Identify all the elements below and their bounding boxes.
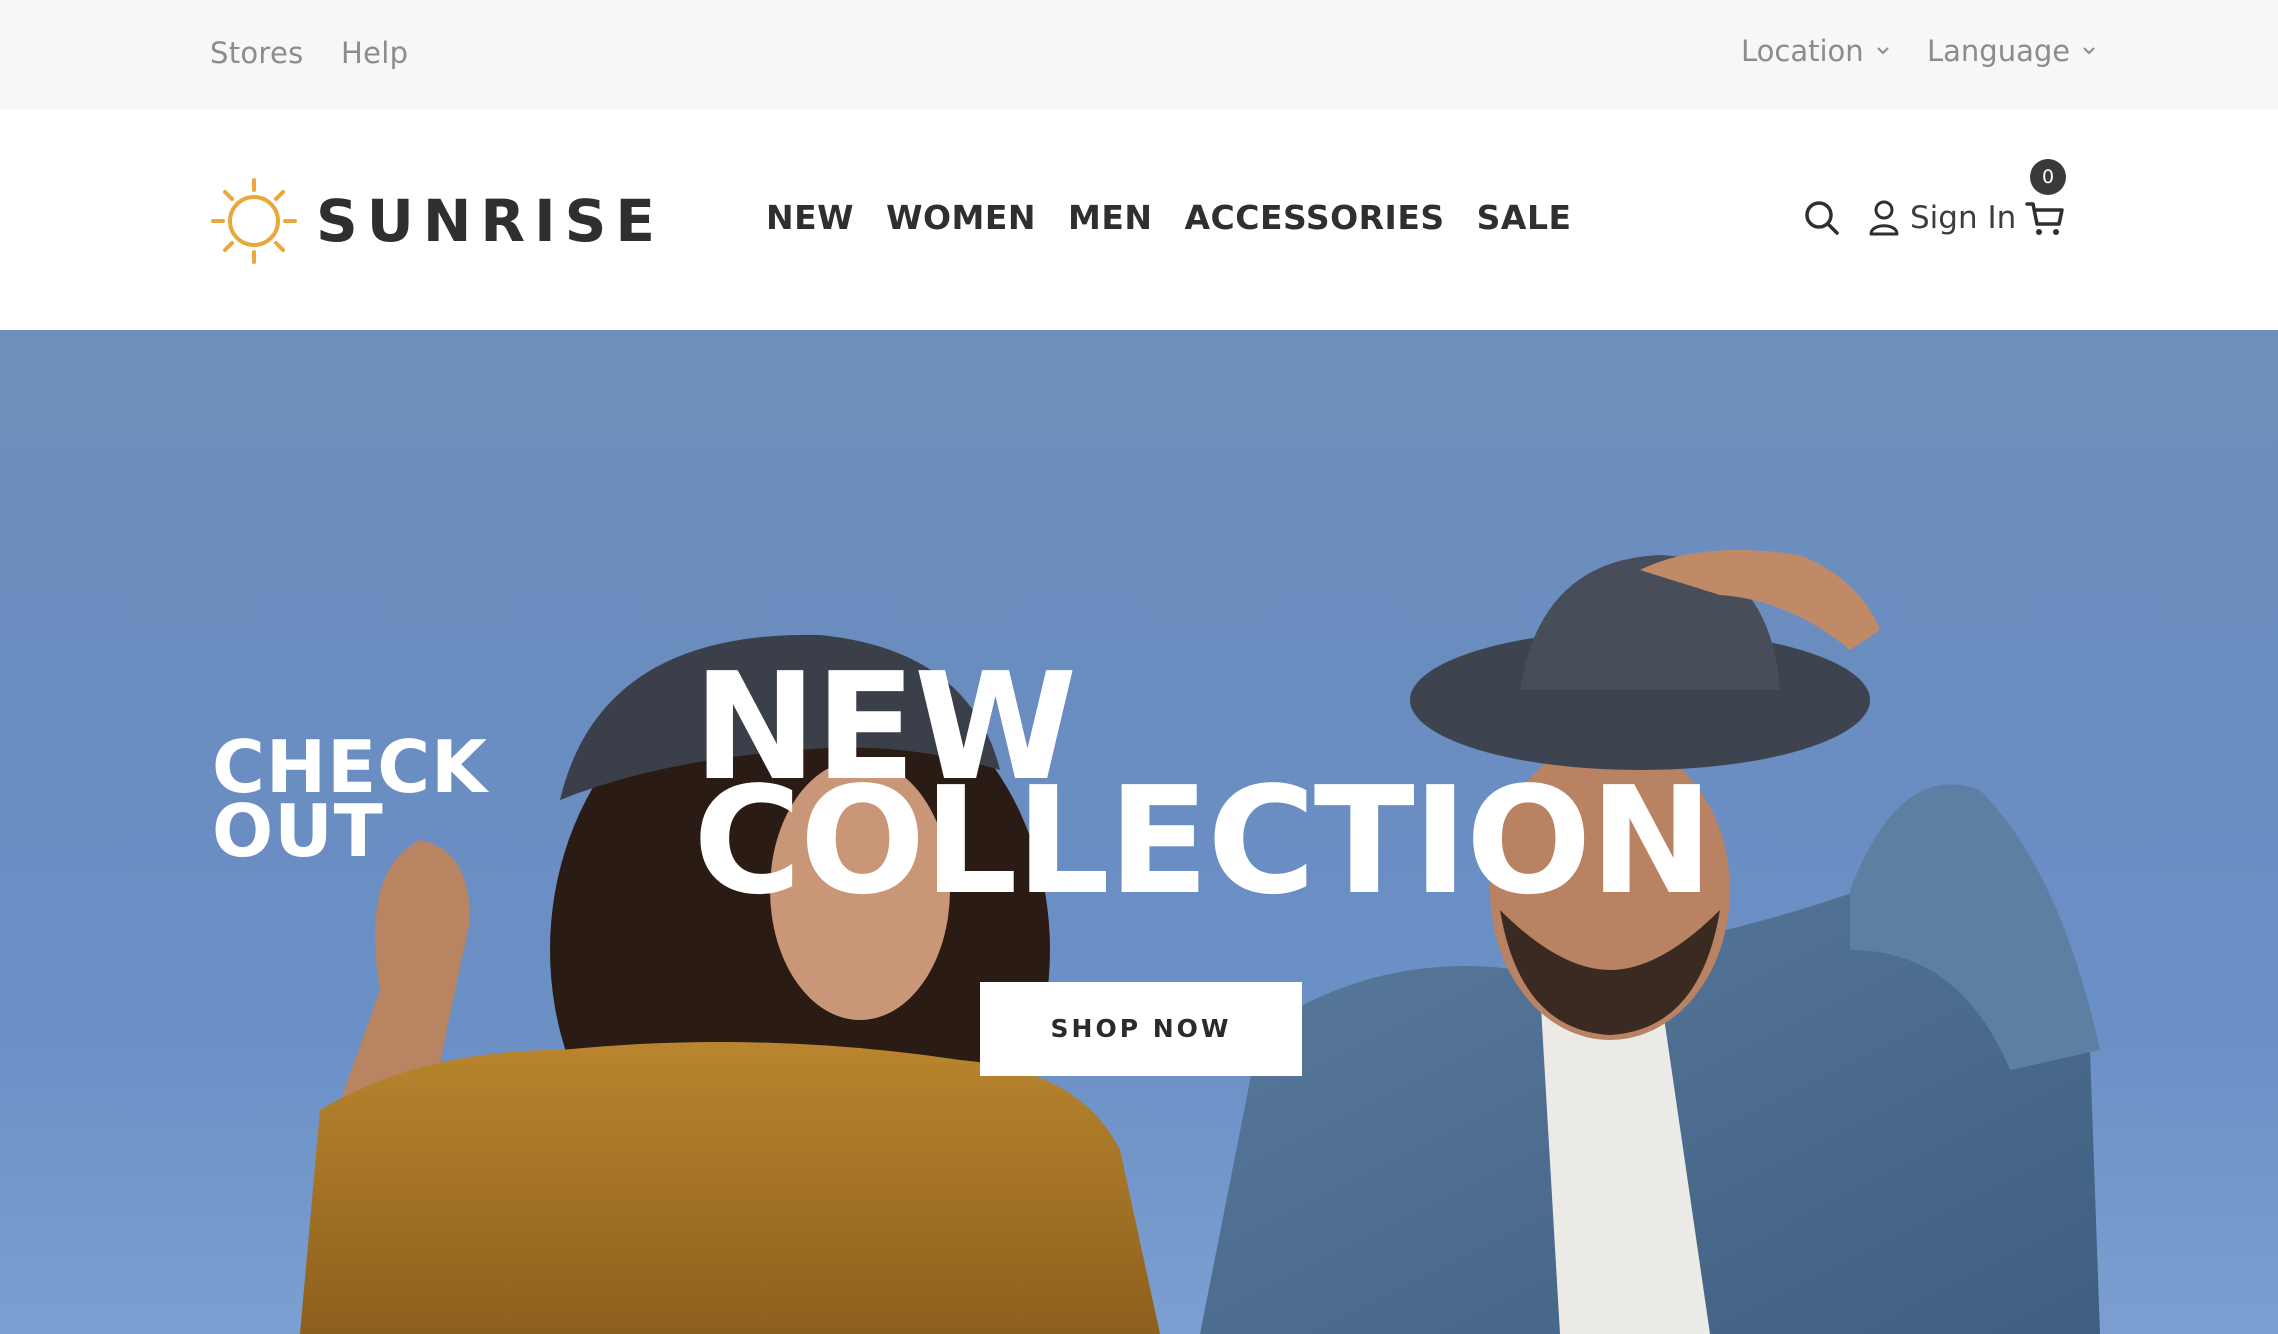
brand-logo[interactable]: SUNRISE	[210, 177, 664, 265]
stores-link[interactable]: Stores	[210, 35, 304, 71]
cart-icon[interactable]	[2025, 200, 2065, 238]
language-label: Language	[1927, 34, 2071, 68]
search-icon[interactable]	[1803, 199, 1841, 237]
cart-count-badge: 0	[2030, 159, 2066, 195]
brand-name: SUNRISE	[316, 187, 665, 255]
nav-item-accessories[interactable]: ACCESSORIES	[1185, 196, 1445, 240]
chevron-down-icon	[2083, 47, 2095, 55]
hero-banner: CHECK OUT NEW COLLECTION SHOP NOW	[0, 330, 2278, 1334]
utility-bar: Stores Help Location Language	[0, 0, 2278, 110]
shop-now-button[interactable]: SHOP NOW	[980, 982, 1302, 1076]
language-dropdown[interactable]: Language	[1927, 33, 2096, 69]
nav-item-new[interactable]: NEW	[766, 196, 854, 240]
nav-item-women[interactable]: WOMEN	[886, 196, 1036, 240]
hero-headline-line2: COLLECTION	[693, 755, 1713, 927]
hero-headline: NEW COLLECTION	[693, 653, 1713, 927]
location-dropdown[interactable]: Location	[1741, 33, 1890, 69]
sign-in-label: Sign In	[1910, 200, 2017, 236]
location-label: Location	[1741, 34, 1864, 68]
main-header: SUNRISE NEW WOMEN MEN ACCESSORIES SALE S…	[0, 110, 2278, 330]
hero-eyebrow: CHECK OUT	[212, 731, 488, 867]
sun-icon	[211, 178, 297, 264]
user-icon	[1869, 200, 1899, 236]
help-link[interactable]: Help	[341, 35, 408, 71]
chevron-down-icon	[1876, 47, 1889, 55]
main-nav: NEW WOMEN MEN ACCESSORIES SALE	[766, 196, 1572, 240]
sign-in-button[interactable]: Sign In	[1868, 198, 2016, 238]
nav-item-sale[interactable]: SALE	[1477, 196, 1572, 240]
nav-item-men[interactable]: MEN	[1068, 196, 1153, 240]
